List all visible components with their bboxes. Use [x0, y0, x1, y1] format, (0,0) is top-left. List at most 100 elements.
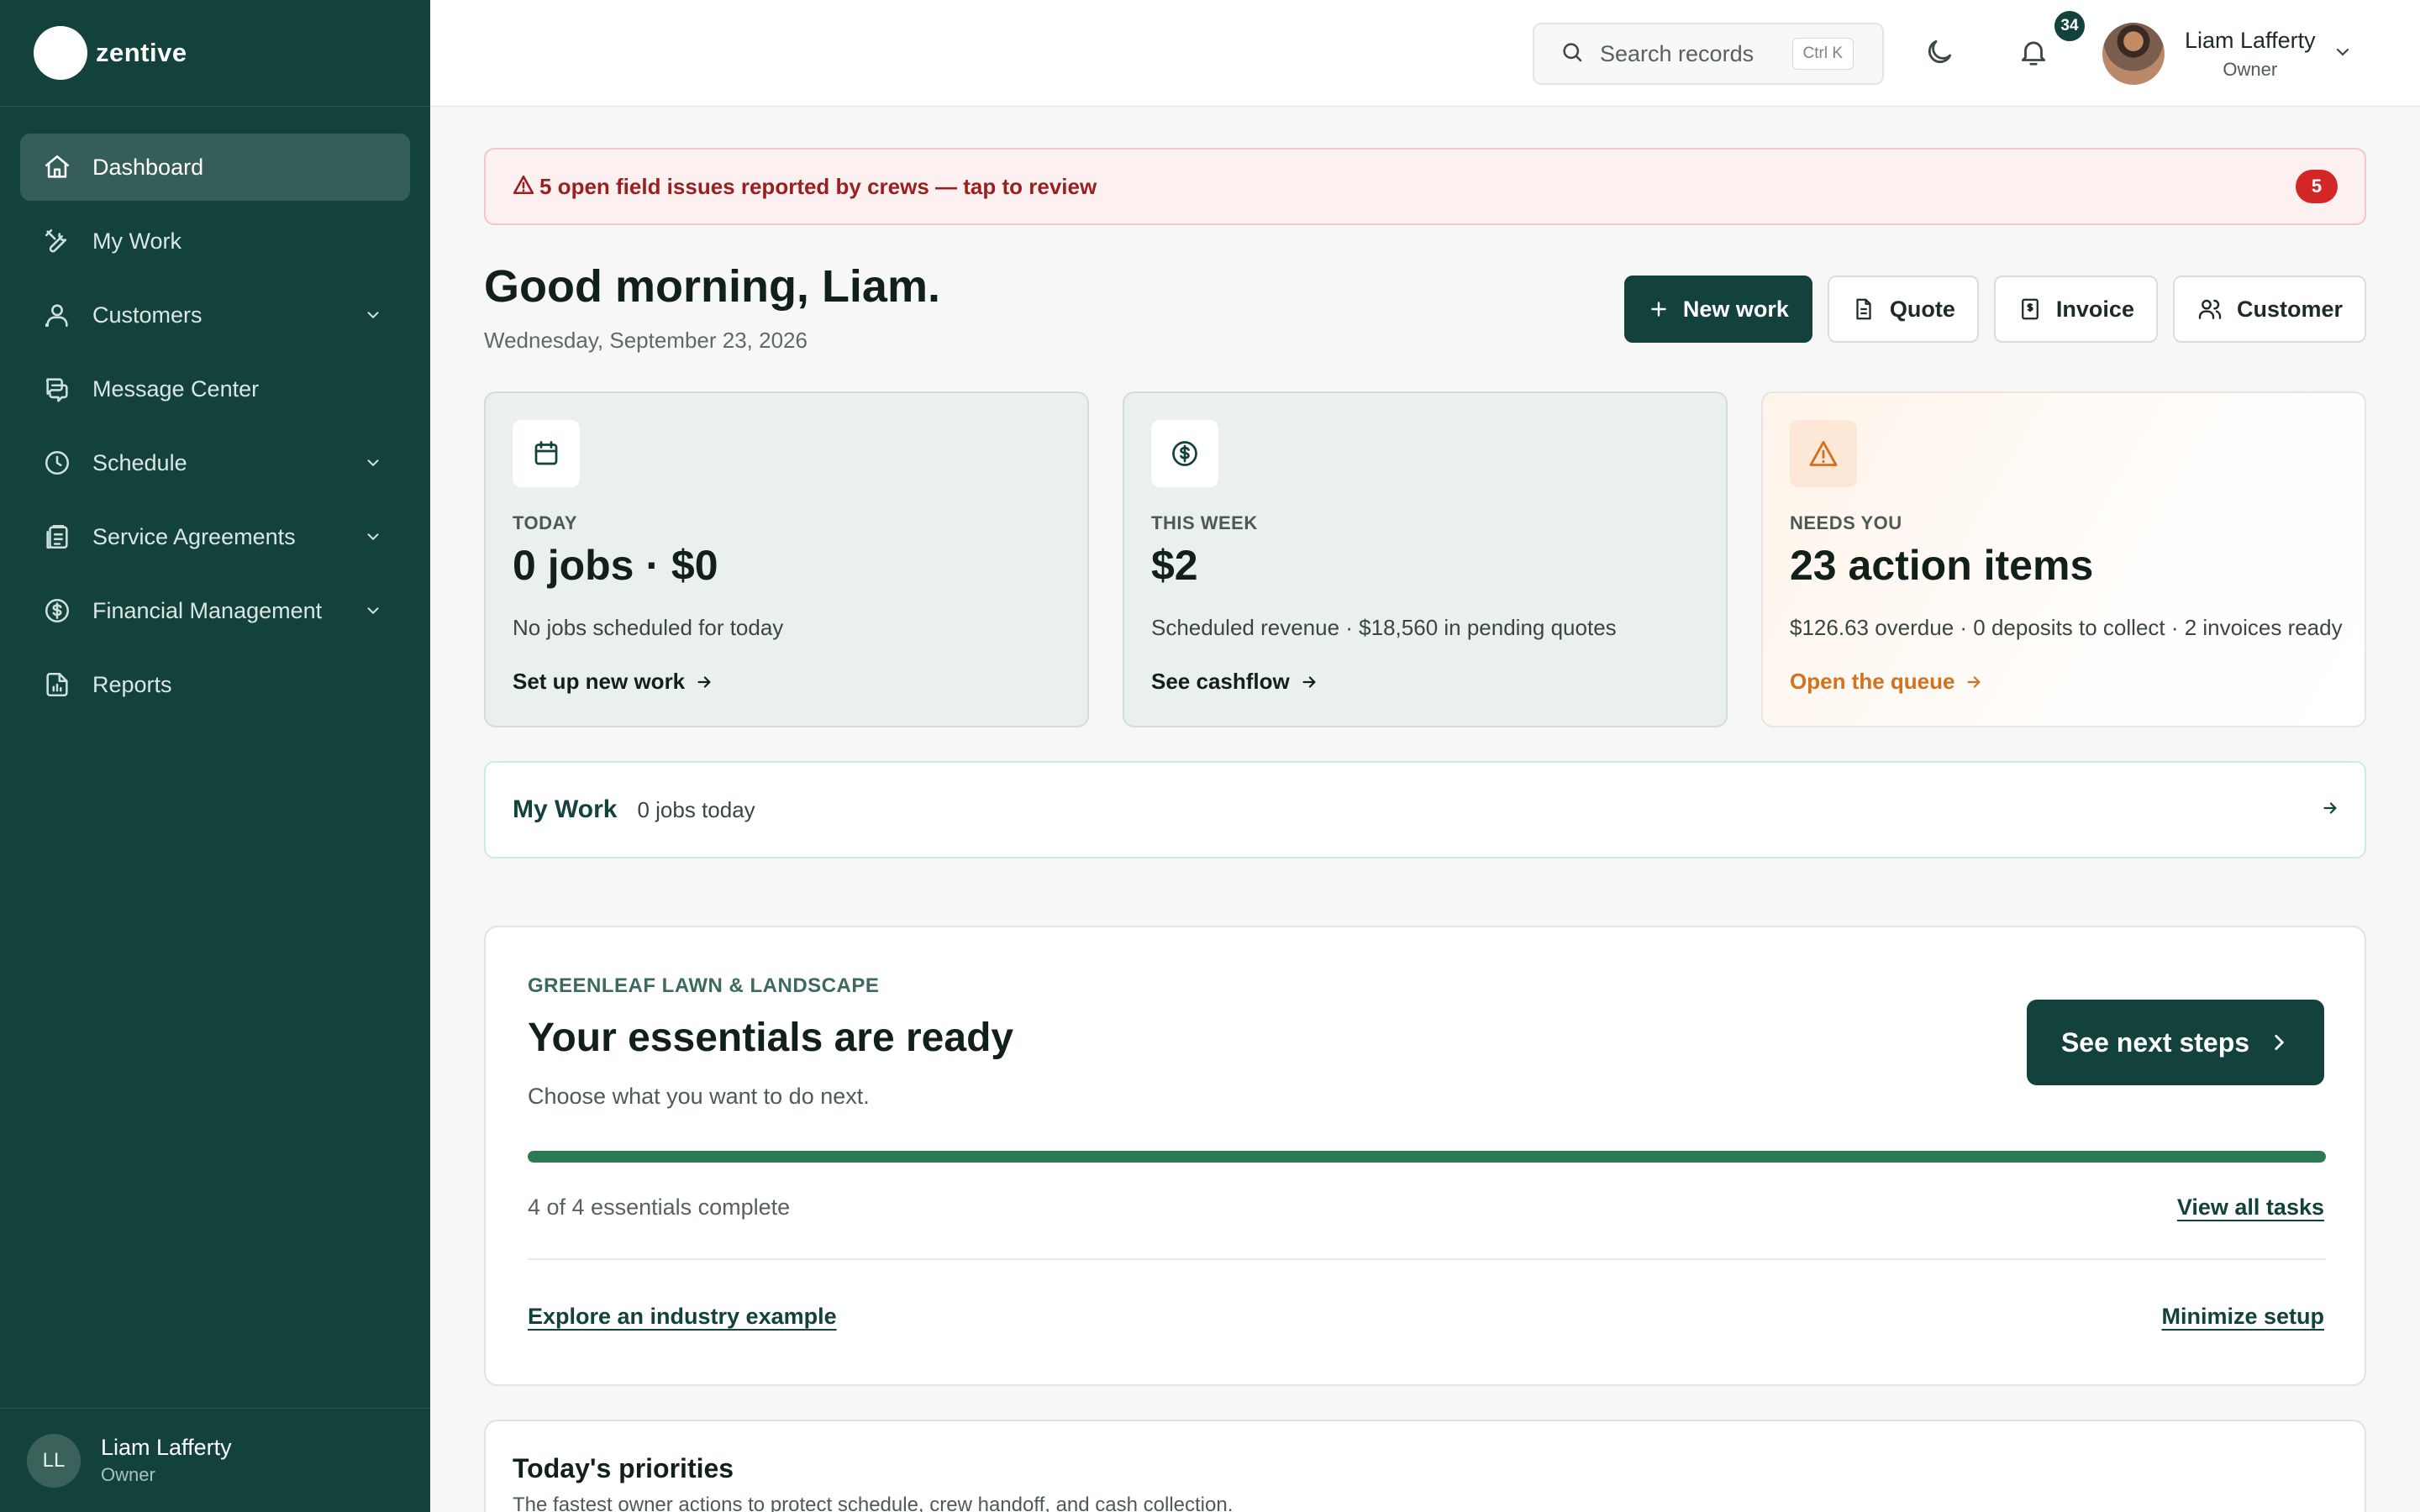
topbar: Search records Ctrl K 34 Liam Lafferty O… [430, 0, 2420, 107]
notifications-button[interactable] [2008, 29, 2059, 79]
needs-you-card: NEEDS YOU 23 action items $126.63 overdu… [1761, 391, 2366, 727]
home-icon [40, 150, 74, 184]
warning-icon [513, 174, 534, 200]
my-work-subtitle: 0 jobs today [637, 796, 755, 822]
sidebar-user-role: Owner [101, 1464, 155, 1485]
setup-progress-text: 4 of 4 essentials complete [528, 1194, 791, 1220]
sidebar-item-label: Reports [92, 671, 172, 697]
brand-name: zentive [96, 38, 187, 67]
moon-icon [1923, 36, 1955, 72]
setup-subtitle: Choose what you want to do next. [528, 1084, 870, 1109]
card-value: $2 [1151, 542, 1198, 589]
dollar-icon [40, 594, 74, 627]
see-cashflow-link[interactable]: See cashflow [1151, 669, 1318, 695]
brand-logo [34, 26, 87, 80]
arrow-right-icon [1300, 673, 1318, 691]
plus-icon [1648, 298, 1670, 320]
tools-icon [40, 224, 74, 258]
warning-icon [1790, 420, 1857, 487]
sidebar-item-label: Customers [92, 302, 203, 328]
minimize-setup-link[interactable]: Minimize setup [2161, 1304, 2324, 1330]
calendar-icon [513, 420, 580, 487]
card-subtext: No jobs scheduled for today [513, 615, 784, 640]
setup-progress-fill [528, 1151, 2326, 1163]
card-value: 23 action items [1790, 542, 2094, 589]
users-icon [2196, 296, 2223, 323]
sidebar-user-text: Liam Lafferty Owner [101, 1435, 232, 1486]
arrow-right-icon [1965, 673, 1983, 691]
invoice-label: Invoice [2055, 296, 2134, 322]
theme-toggle-button[interactable] [1914, 29, 1965, 79]
arrow-right-icon [2321, 799, 2339, 822]
setup-title: Your essentials are ready [528, 1016, 1014, 1060]
card-link-label: Open the queue [1790, 669, 1955, 694]
customer-label: Customer [2236, 296, 2343, 322]
brand[interactable]: zentive [0, 0, 430, 107]
chevron-down-icon[interactable] [356, 446, 390, 480]
divider [528, 1258, 2326, 1260]
sidebar-item-reports[interactable]: Reports [20, 651, 410, 718]
alert-count-badge: 5 [2296, 170, 2338, 203]
sidebar-item-my-work[interactable]: My Work [20, 207, 410, 275]
setup-progress-bar [528, 1151, 2326, 1163]
clipboard-icon [40, 520, 74, 554]
sidebar-item-label: Dashboard [92, 154, 204, 180]
chat-icon [40, 372, 74, 406]
explore-industry-example-link[interactable]: Explore an industry example [528, 1304, 837, 1330]
summary-cards: TODAY 0 jobs · $0 No jobs scheduled for … [484, 391, 2366, 727]
sidebar-user-name: Liam Lafferty [101, 1435, 232, 1460]
new-work-button[interactable]: New work [1623, 276, 1812, 343]
sidebar-nav: Dashboard My Work Customers Message Cent… [0, 107, 430, 718]
invoice-button[interactable]: Invoice [1993, 276, 2158, 343]
card-kicker: THIS WEEK [1151, 512, 1258, 533]
report-icon [40, 668, 74, 701]
alert-text: 5 open field issues reported by crews — … [539, 173, 1097, 199]
this-week-card: THIS WEEK $2 Scheduled revenue · $18,560… [1123, 391, 1728, 727]
sidebar-item-schedule[interactable]: Schedule [20, 429, 410, 496]
chevron-down-icon[interactable] [356, 298, 390, 332]
chevron-down-icon[interactable] [356, 594, 390, 627]
quote-button[interactable]: Quote [1827, 276, 1979, 343]
todays-priorities-panel: Today's priorities The fastest owner act… [484, 1420, 2366, 1512]
field-issues-alert[interactable]: 5 open field issues reported by crews — … [484, 148, 2366, 225]
new-work-label: New work [1682, 296, 1789, 322]
user-name: Liam Lafferty [2185, 27, 2316, 53]
chevron-right-icon [2268, 1032, 2290, 1053]
avatar [2102, 23, 2165, 85]
set-up-new-work-link[interactable]: Set up new work [513, 669, 713, 695]
priorities-subtitle: The fastest owner actions to protect sch… [513, 1494, 1234, 1512]
sidebar-item-service-agreements[interactable]: Service Agreements [20, 503, 410, 570]
sidebar-item-financial-management[interactable]: Financial Management [20, 577, 410, 644]
priorities-title: Today's priorities [513, 1453, 734, 1483]
card-value: 0 jobs · $0 [513, 542, 718, 589]
see-next-steps-button[interactable]: See next steps [2027, 1000, 2324, 1085]
view-all-tasks-link[interactable]: View all tasks [2177, 1194, 2324, 1221]
sidebar-item-message-center[interactable]: Message Center [20, 355, 410, 423]
notification-count-badge: 34 [2052, 8, 2087, 44]
chevron-down-icon[interactable] [356, 520, 390, 554]
today-card: TODAY 0 jobs · $0 No jobs scheduled for … [484, 391, 1089, 727]
see-next-steps-label: See next steps [2060, 1026, 2250, 1058]
sidebar-item-customers[interactable]: Customers [20, 281, 410, 349]
sidebar-item-label: Message Center [92, 375, 260, 402]
user-menu-text: Liam Lafferty Owner [2185, 28, 2316, 81]
main-content: 5 open field issues reported by crews — … [484, 148, 2366, 1512]
card-kicker: NEEDS YOU [1790, 512, 1902, 533]
card-link-label: Set up new work [513, 669, 686, 694]
card-subtext: Scheduled revenue · $18,560 in pending q… [1151, 615, 1617, 640]
open-queue-link[interactable]: Open the queue [1790, 669, 1983, 695]
user-menu[interactable]: Liam Lafferty Owner [2102, 18, 2353, 89]
my-work-title: My Work [513, 795, 618, 823]
sidebar-item-label: Schedule [92, 449, 187, 475]
sidebar-item-label: Service Agreements [92, 523, 296, 549]
arrow-right-icon [695, 673, 713, 691]
quote-label: Quote [1889, 296, 1955, 322]
user-role: Owner [2223, 58, 2278, 80]
customer-button[interactable]: Customer [2172, 276, 2366, 343]
sidebar-user[interactable]: LL Liam Lafferty Owner [0, 1408, 430, 1512]
users-icon [40, 298, 74, 332]
card-link-label: See cashflow [1151, 669, 1290, 694]
sidebar-item-dashboard[interactable]: Dashboard [20, 134, 410, 201]
my-work-panel[interactable]: My Work 0 jobs today [484, 761, 2366, 858]
search-input[interactable]: Search records Ctrl K [1533, 23, 1884, 85]
